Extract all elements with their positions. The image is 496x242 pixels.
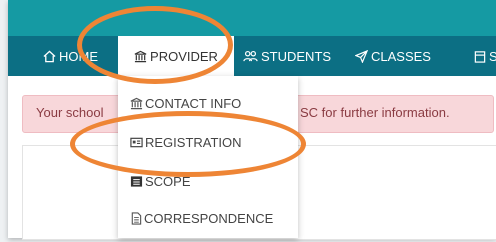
nav-classes[interactable]: CLASSES	[355, 36, 431, 76]
bank-icon	[130, 97, 143, 110]
home-icon	[43, 50, 56, 63]
calendar-icon	[474, 50, 486, 63]
bank-icon	[134, 50, 147, 63]
dropdown-item-registration[interactable]: REGISTRATION	[130, 132, 242, 152]
nav-schedule-label: S	[489, 48, 496, 64]
id-card-icon	[130, 136, 143, 149]
dropdown-item-label: SCOPE	[145, 173, 191, 189]
nav-students-label: STUDENTS	[261, 48, 332, 64]
dropdown-item-contact-info[interactable]: CONTACT INFO	[130, 93, 241, 113]
nav-classes-label: CLASSES	[371, 48, 431, 64]
dropdown-item-scope[interactable]: SCOPE	[130, 171, 191, 191]
dropdown-item-label: REGISTRATION	[145, 134, 242, 150]
nav-provider[interactable]: PROVIDER	[118, 36, 234, 76]
nav-home-label: HOME	[59, 48, 98, 64]
nav-home[interactable]: HOME	[43, 36, 98, 76]
dropdown-item-label: CORRESPONDENCE	[144, 210, 274, 226]
document-icon	[130, 211, 142, 225]
send-icon	[355, 49, 368, 63]
top-bar	[8, 0, 496, 36]
nav-provider-label: PROVIDER	[150, 48, 218, 64]
dropdown-item-correspondence[interactable]: CORRESPONDENCE	[130, 208, 273, 228]
alert-text-left: Your school	[36, 105, 104, 120]
nav-students[interactable]: STUDENTS	[243, 36, 331, 76]
nav-schedule[interactable]: S	[474, 36, 496, 76]
list-icon	[130, 175, 143, 188]
alert-text-right: SC for further information.	[300, 105, 450, 120]
users-icon	[243, 50, 258, 63]
dropdown-item-label: CONTACT INFO	[145, 95, 242, 111]
